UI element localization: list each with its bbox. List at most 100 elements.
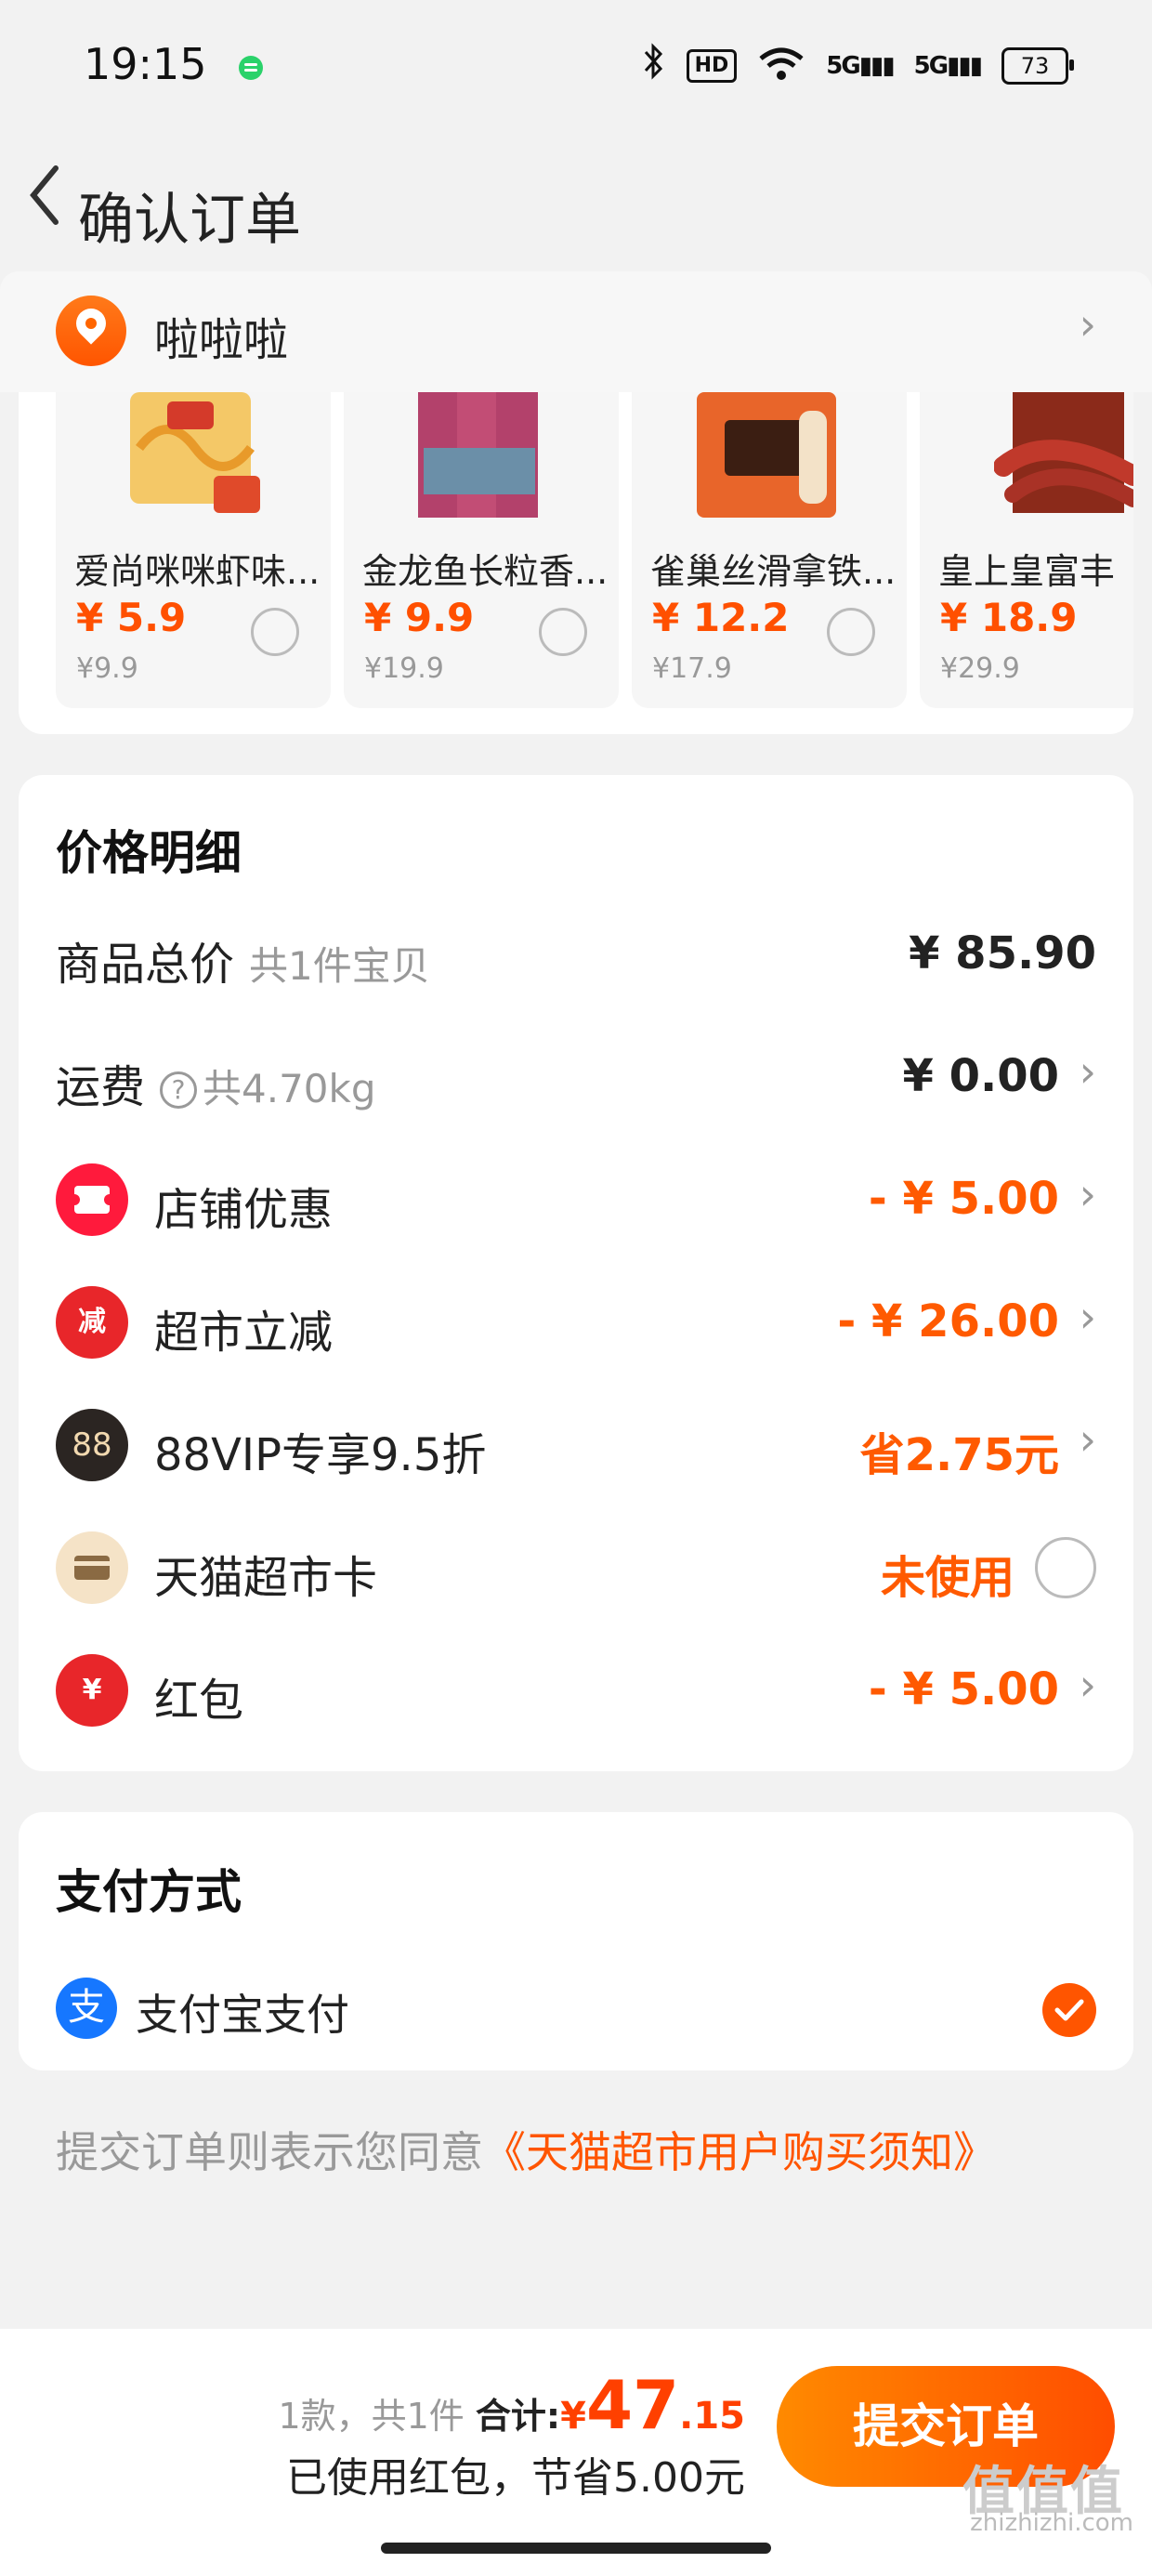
row-sub: 共4.70kg	[203, 1066, 376, 1111]
row-market-discount[interactable]: 减 超市立减 - ¥ 26.00 ›	[19, 1268, 1133, 1379]
item-count: 1款，共1件	[278, 2396, 465, 2437]
address-row[interactable]: 啦啦啦 ›	[0, 271, 1152, 392]
goods-name: 爱尚咪咪虾味...	[74, 551, 321, 592]
row-label: 红包	[154, 1675, 244, 1727]
payment-title: 支付方式	[56, 1865, 242, 1919]
product-image	[994, 392, 1133, 513]
row-value: - ¥ 5.00	[868, 1173, 1059, 1225]
goods-card: 爱尚咪咪虾味... ¥ 5.9 ¥9.9 金龙鱼长粒香... ¥ 9.9 ¥19…	[19, 392, 1133, 734]
price-detail-card: 价格明细 商品总价 共1件宝贝 ¥ 85.90 运费? 共4.70kg ¥ 0.00…	[19, 775, 1133, 1771]
address-name: 啦啦啦	[154, 314, 289, 366]
goods-price: ¥ 12.2	[652, 595, 790, 640]
battery-level: 73	[1020, 52, 1050, 79]
location-pin-icon	[56, 296, 126, 366]
row-value: 未使用	[880, 1552, 1015, 1604]
goods-name: 金龙鱼长粒香...	[362, 551, 609, 592]
agreement-link[interactable]: 《天猫超市用户购买须知》	[483, 2127, 996, 2177]
card-icon	[56, 1531, 128, 1604]
row-value: 省2.75元	[859, 1429, 1059, 1481]
row-label: 88VIP专享9.5折	[154, 1429, 487, 1481]
agreement-prefix: 提交订单则表示您同意	[56, 2127, 483, 2177]
red-packet-icon: ¥	[56, 1654, 128, 1727]
chevron-right-icon: ›	[1079, 1169, 1096, 1219]
goods-name: 雀巢丝滑拿铁...	[650, 551, 897, 592]
chevron-right-icon: ›	[1079, 1660, 1096, 1710]
home-indicator[interactable]	[381, 2543, 771, 2554]
order-summary: 1款，共1件 合计:¥47.15	[278, 2366, 745, 2444]
row-red-packet[interactable]: ¥ 红包 - ¥ 5.00 ›	[19, 1636, 1133, 1747]
goods-price: ¥ 5.9	[76, 595, 187, 640]
total-integer: 47	[585, 2366, 680, 2444]
goods-original-price: ¥29.9	[940, 652, 1020, 685]
product-image	[130, 392, 260, 513]
market-card-radio[interactable]	[1035, 1537, 1096, 1598]
goods-item[interactable]: 皇上皇富丰 ¥ 18.9 ¥29.9	[920, 392, 1133, 708]
goods-item[interactable]: 雀巢丝滑拿铁... ¥ 12.2 ¥17.9	[632, 392, 907, 708]
row-value: - ¥ 26.00	[837, 1295, 1059, 1347]
help-icon[interactable]: ?	[160, 1071, 198, 1109]
chevron-right-icon: ›	[1079, 1046, 1096, 1097]
signal-5g-icon-2: 5G▮▮▮	[913, 51, 983, 80]
goods-select-radio[interactable]	[539, 608, 587, 656]
checkmark-icon[interactable]	[1042, 1983, 1096, 2037]
row-store-discount[interactable]: 店铺优惠 - ¥ 5.00 ›	[19, 1145, 1133, 1256]
payment-method-label[interactable]: 支付宝支付	[136, 1981, 349, 2043]
status-bar: 19:15 HD 5G▮▮▮ 5G▮▮▮ 73	[0, 0, 1152, 139]
total-decimal: .15	[679, 2395, 745, 2438]
goods-original-price: ¥17.9	[652, 652, 732, 685]
row-label: 运费? 共4.70kg	[56, 1050, 376, 1115]
product-image	[697, 392, 836, 518]
goods-name: 皇上皇富丰	[938, 551, 1116, 592]
row-value: ¥ 0.00	[902, 1050, 1059, 1102]
row-label: 商品总价 共1件宝贝	[56, 927, 430, 992]
goods-original-price: ¥19.9	[364, 652, 444, 685]
row-label: 店铺优惠	[154, 1184, 334, 1236]
back-button[interactable]	[17, 149, 72, 242]
row-label: 超市立减	[154, 1307, 334, 1359]
chat-app-icon	[239, 56, 263, 80]
vip-88-icon: 88	[56, 1409, 128, 1481]
watermark: zhizhizhi.com	[970, 2509, 1133, 2537]
goods-price: ¥ 18.9	[940, 595, 1078, 640]
payment-card: 支付方式 支 支付宝支付	[19, 1812, 1133, 2070]
goods-item[interactable]: 金龙鱼长粒香... ¥ 9.9 ¥19.9	[344, 392, 619, 708]
signal-5g-icon: 5G▮▮▮	[826, 51, 895, 80]
chevron-right-icon: ›	[1079, 1292, 1096, 1342]
chevron-right-icon: ›	[1079, 1414, 1096, 1465]
page-title: 确认订单	[78, 188, 301, 253]
hd-icon: HD	[686, 48, 738, 83]
agreement-text: 提交订单则表示您同意《天猫超市用户购买须知》	[56, 2119, 996, 2180]
bluetooth-icon	[642, 43, 666, 88]
coupon-icon	[56, 1163, 128, 1236]
row-label-text: 商品总价	[56, 939, 235, 991]
goods-price: ¥ 9.9	[364, 595, 475, 640]
row-shipping[interactable]: 运费? 共4.70kg ¥ 0.00 ›	[19, 1022, 1133, 1134]
product-image	[418, 392, 538, 518]
chevron-right-icon: ›	[1079, 299, 1096, 349]
saving-text: 已使用红包，节省5.00元	[286, 2454, 745, 2502]
row-goods-total: 商品总价 共1件宝贝 ¥ 85.90	[19, 900, 1133, 1011]
row-value: - ¥ 5.00	[868, 1663, 1059, 1715]
status-time: 19:15	[84, 39, 207, 89]
chevron-left-icon	[30, 165, 59, 225]
total-label: 合计:	[475, 2396, 561, 2437]
row-label-text: 运费	[56, 1061, 146, 1113]
goods-select-radio[interactable]	[827, 608, 875, 656]
discount-icon: 减	[56, 1286, 128, 1359]
goods-item[interactable]: 爱尚咪咪虾味... ¥ 5.9 ¥9.9	[56, 392, 331, 708]
wifi-icon	[757, 46, 805, 86]
status-icons: HD 5G▮▮▮ 5G▮▮▮ 73	[642, 43, 1074, 88]
goods-original-price: ¥9.9	[76, 652, 138, 685]
row-value: ¥ 85.90	[909, 927, 1096, 979]
row-label: 天猫超市卡	[154, 1552, 378, 1604]
row-sub: 共1件宝贝	[249, 943, 430, 989]
row-vip-discount[interactable]: 88 88VIP专享9.5折 省2.75元 ›	[19, 1390, 1133, 1502]
goods-strip[interactable]: 爱尚咪咪虾味... ¥ 5.9 ¥9.9 金龙鱼长粒香... ¥ 9.9 ¥19…	[56, 392, 1133, 708]
battery-icon: 73	[1001, 46, 1074, 85]
price-detail-title: 价格明细	[56, 826, 242, 880]
nav-bar: 确认订单	[0, 139, 1152, 260]
goods-select-radio[interactable]	[251, 608, 299, 656]
total-currency: ¥	[560, 2395, 586, 2438]
row-market-card[interactable]: 天猫超市卡 未使用	[19, 1513, 1133, 1624]
alipay-icon: 支	[56, 1978, 117, 2039]
